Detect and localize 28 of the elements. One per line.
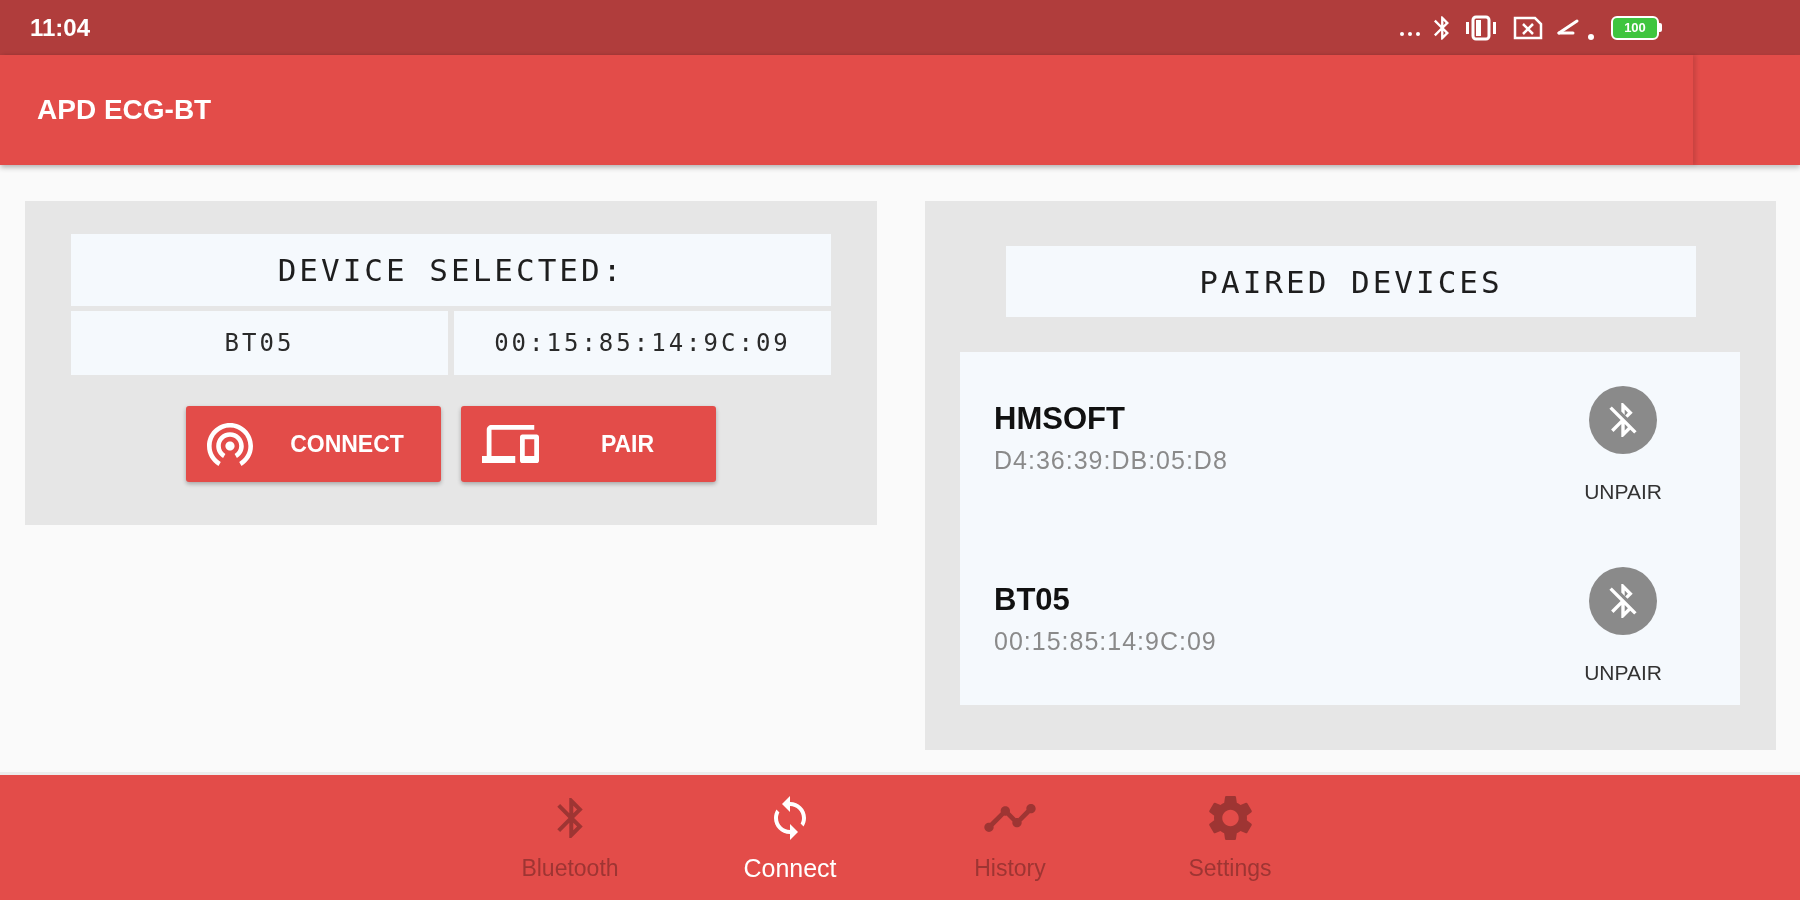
bluetooth-icon	[557, 798, 583, 838]
connect-button[interactable]: CONNECT	[186, 406, 441, 482]
settings-icon	[1208, 795, 1252, 841]
bottom-nav-tab[interactable]: Connect	[680, 775, 900, 900]
no-sim-icon	[1513, 15, 1543, 40]
bluetooth-off-icon	[1589, 567, 1658, 635]
bluetooth-icon	[1434, 15, 1449, 40]
paired-devices-header: PAIRED DEVICES	[1006, 246, 1696, 317]
device-name-cell: BT05	[71, 311, 448, 375]
device-address: 00:15:85:14:9C:09	[994, 626, 1217, 656]
device-address-cell: 00:15:85:14:9C:09	[454, 311, 831, 375]
broadcast-icon	[207, 422, 253, 466]
device-name: BT05	[994, 582, 1071, 618]
trend-line-icon	[984, 804, 1036, 832]
pair-button[interactable]: PAIR	[461, 406, 716, 482]
device-name: HMSOFT	[994, 401, 1126, 437]
status-time: 11:04	[30, 13, 91, 42]
app-title: APD ECG-BT	[37, 94, 212, 126]
unpair-button[interactable]: UNPAIR	[1584, 386, 1662, 504]
sync-icon	[774, 796, 806, 840]
devices-icon	[482, 425, 539, 463]
device-address: D4:36:39:DB:05:D8	[994, 445, 1228, 475]
unpair-button[interactable]: UNPAIR	[1584, 567, 1662, 685]
bluetooth-off-icon	[1589, 386, 1658, 454]
dots-icon	[1400, 31, 1420, 36]
vibrate-icon	[1463, 14, 1499, 41]
battery-indicator: 100	[1611, 15, 1662, 40]
device-selected-header: DEVICE SELECTED:	[71, 234, 831, 306]
